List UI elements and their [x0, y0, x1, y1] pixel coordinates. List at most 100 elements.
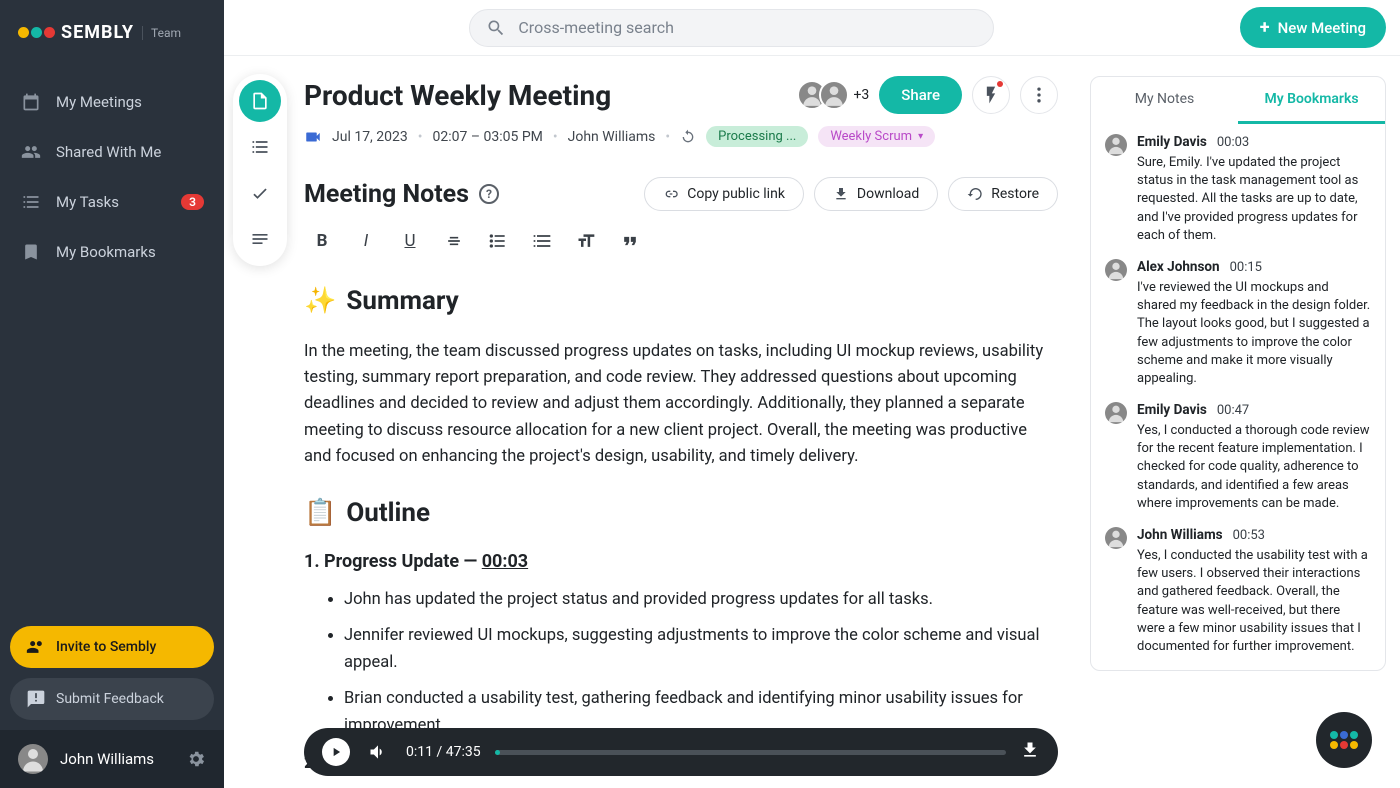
- download-button[interactable]: Download: [814, 177, 938, 211]
- summary-heading: ✨ Summary: [304, 281, 1058, 323]
- help-icon[interactable]: ?: [479, 184, 499, 204]
- ul-button[interactable]: [486, 229, 510, 253]
- user-avatar: [18, 744, 48, 774]
- view-check-button[interactable]: [239, 172, 281, 214]
- feedback-icon: [26, 689, 46, 709]
- avatar: [1105, 259, 1127, 281]
- more-vert-icon: [1029, 85, 1049, 105]
- search-icon: [486, 18, 506, 38]
- bookmark-icon: [20, 241, 42, 263]
- attendee-avatars[interactable]: +3: [805, 80, 869, 110]
- avatar: [1105, 527, 1127, 549]
- new-meeting-label: New Meeting: [1278, 19, 1366, 37]
- bold-button[interactable]: B: [310, 229, 334, 253]
- sidebar-footer: Invite to Sembly Submit Feedback: [0, 616, 224, 730]
- tasks-badge: 3: [181, 194, 204, 210]
- doc-header: Product Weekly Meeting +3 Share: [304, 76, 1058, 114]
- content-row: Product Weekly Meeting +3 Share: [224, 56, 1400, 788]
- underline-button[interactable]: U: [398, 229, 422, 253]
- sidebar-item-label: My Tasks: [56, 193, 119, 211]
- share-button[interactable]: Share: [879, 76, 962, 114]
- player-download-button[interactable]: [1020, 740, 1040, 764]
- brand-sub: Team: [142, 26, 181, 40]
- invite-button[interactable]: Invite to Sembly: [10, 626, 214, 668]
- play-button[interactable]: [322, 738, 350, 766]
- notification-dot: [997, 81, 1003, 87]
- sidebar-item-label: My Meetings: [56, 93, 142, 111]
- ol-button[interactable]: [530, 229, 554, 253]
- brand-logo-icon: [18, 27, 55, 38]
- bookmark-item[interactable]: Emily Davis00:47 Yes, I conducted a thor…: [1105, 402, 1371, 513]
- link-icon: [663, 186, 679, 202]
- sync-icon[interactable]: [680, 129, 696, 145]
- video-icon: [304, 128, 322, 146]
- bookmarks-list: Emily Davis00:03 Sure, Emily. I've updat…: [1091, 124, 1385, 670]
- strike-button[interactable]: [442, 229, 466, 253]
- calendar-icon: [20, 91, 42, 113]
- group-add-icon: [26, 637, 46, 657]
- search-input[interactable]: Cross-meeting search: [469, 9, 994, 47]
- view-toolbar: [224, 56, 280, 788]
- sidebar-nav: My Meetings Shared With Me My Tasks 3 My…: [0, 69, 224, 616]
- gear-icon[interactable]: [186, 749, 206, 769]
- tag-pill[interactable]: Weekly Scrum: [818, 126, 935, 147]
- flash-button[interactable]: [972, 76, 1010, 114]
- bolt-icon: [981, 85, 1001, 105]
- plus-icon: +: [1260, 17, 1270, 38]
- quote-button[interactable]: [618, 229, 642, 253]
- people-icon: [20, 141, 42, 163]
- search-placeholder: Cross-meeting search: [518, 18, 674, 37]
- feedback-label: Submit Feedback: [56, 691, 164, 707]
- textsize-button[interactable]: [574, 229, 598, 253]
- fab-logo-icon: [1330, 731, 1358, 749]
- format-toolbar: B I U: [304, 229, 1058, 253]
- sidebar-item-my-tasks[interactable]: My Tasks 3: [0, 177, 224, 227]
- feedback-button[interactable]: Submit Feedback: [10, 678, 214, 720]
- sidebar-item-label: My Bookmarks: [56, 243, 156, 261]
- user-name: John Williams: [60, 750, 154, 768]
- meeting-time: 02:07 – 03:05 PM: [433, 129, 543, 145]
- sparkle-icon: ✨: [304, 281, 336, 323]
- view-tasks-button[interactable]: [239, 126, 281, 168]
- player-track[interactable]: [495, 750, 1006, 755]
- main: Cross-meeting search + New Meeting: [224, 0, 1400, 788]
- notes-header: Meeting Notes ? Copy public link Downloa…: [304, 177, 1058, 211]
- right-panel: My Notes My Bookmarks Emily Davis00:03 S…: [1090, 56, 1400, 788]
- current-user-row[interactable]: John Williams: [0, 730, 224, 788]
- timestamp-link[interactable]: 00:03: [482, 551, 528, 572]
- brand-name: SEMBLY: [61, 22, 134, 43]
- sidebar: SEMBLY Team My Meetings Shared With Me M…: [0, 0, 224, 788]
- bookmark-item[interactable]: Emily Davis00:03 Sure, Emily. I've updat…: [1105, 134, 1371, 245]
- outline-item-title: 1. Progress Update — 00:03: [304, 548, 1058, 577]
- italic-button[interactable]: I: [354, 229, 378, 253]
- sidebar-item-my-bookmarks[interactable]: My Bookmarks: [0, 227, 224, 277]
- restore-button[interactable]: Restore: [948, 177, 1058, 211]
- meeting-meta: Jul 17, 2023 • 02:07 – 03:05 PM • John W…: [304, 126, 1058, 147]
- meeting-title: Product Weekly Meeting: [304, 79, 611, 112]
- invite-label: Invite to Sembly: [56, 639, 156, 655]
- sidebar-item-shared-with-me[interactable]: Shared With Me: [0, 127, 224, 177]
- tab-my-notes[interactable]: My Notes: [1091, 77, 1238, 124]
- bookmark-item[interactable]: John Williams00:53 Yes, I conducted the …: [1105, 527, 1371, 656]
- notes-title: Meeting Notes: [304, 180, 469, 209]
- outline-bullet: John has updated the project status and …: [344, 587, 1058, 613]
- new-meeting-button[interactable]: + New Meeting: [1240, 7, 1386, 48]
- extra-attendees-count: +3: [853, 87, 869, 103]
- fab-button[interactable]: [1316, 712, 1372, 768]
- document-area: Product Weekly Meeting +3 Share: [280, 56, 1090, 788]
- more-button[interactable]: [1020, 76, 1058, 114]
- copy-link-button[interactable]: Copy public link: [644, 177, 804, 211]
- meeting-host: John Williams: [568, 129, 656, 145]
- view-notes-button[interactable]: [239, 80, 281, 122]
- volume-button[interactable]: [364, 738, 392, 766]
- sidebar-item-my-meetings[interactable]: My Meetings: [0, 77, 224, 127]
- tab-my-bookmarks[interactable]: My Bookmarks: [1238, 77, 1385, 124]
- avatar: [1105, 134, 1127, 156]
- notes-body: ✨ Summary In the meeting, the team discu…: [304, 281, 1058, 788]
- status-pill: Processing ...: [706, 126, 808, 147]
- bookmark-item[interactable]: Alex Johnson00:15 I've reviewed the UI m…: [1105, 259, 1371, 388]
- audio-player: 0:11 / 47:35: [304, 728, 1058, 776]
- view-transcript-button[interactable]: [239, 218, 281, 260]
- outline-bullet: Jennifer reviewed UI mockups, suggesting…: [344, 623, 1058, 676]
- topbar: Cross-meeting search + New Meeting: [224, 0, 1400, 56]
